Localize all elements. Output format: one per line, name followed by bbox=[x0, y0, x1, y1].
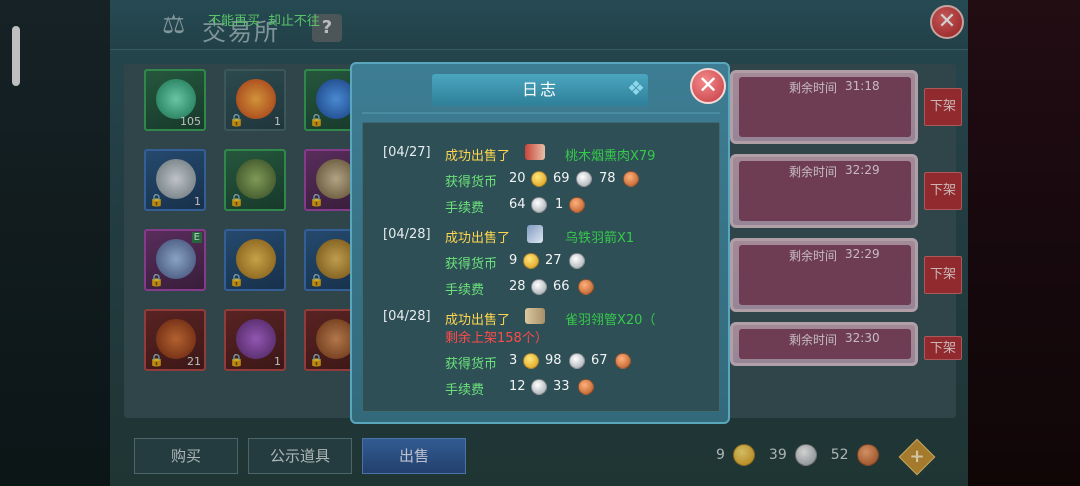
fee-copper: 1 bbox=[555, 197, 564, 212]
log-dialog: ❖ 日志 ❖ ✕ [04/27] 成功出售了 桃木烟熏肉X79 获得货币 20 … bbox=[350, 62, 730, 424]
gain-gold: 9 bbox=[509, 253, 518, 268]
divider bbox=[362, 112, 720, 114]
gold-coin-icon bbox=[523, 353, 539, 369]
log-list: [04/27] 成功出售了 桃木烟熏肉X79 获得货币 20 69 78 手续费… bbox=[362, 122, 720, 412]
gold-coin-icon bbox=[531, 171, 547, 187]
log-close-button[interactable]: ✕ bbox=[690, 68, 726, 104]
gain-gold: 3 bbox=[509, 353, 518, 368]
silver-coin-icon bbox=[531, 197, 547, 213]
gain-copper: 78 bbox=[599, 171, 616, 186]
gain-silver: 27 bbox=[545, 253, 562, 268]
copper-coin-icon bbox=[615, 353, 631, 369]
gain-silver: 98 bbox=[545, 353, 562, 368]
entry-action: 成功出售了 bbox=[445, 313, 511, 328]
entry-item: 雀羽翎管X20（ bbox=[565, 313, 656, 328]
arrow-item-icon bbox=[527, 225, 543, 243]
silver-coin-icon bbox=[531, 379, 547, 395]
log-titlebar: 日志 bbox=[432, 74, 648, 106]
silver-coin-icon bbox=[531, 279, 547, 295]
remaining-stock: 剩余上架158个） bbox=[445, 331, 548, 346]
copper-coin-icon bbox=[569, 197, 585, 213]
gold-coin-icon bbox=[523, 253, 539, 269]
fee-copper: 66 bbox=[553, 279, 570, 294]
copper-coin-icon bbox=[578, 379, 594, 395]
fee-copper: 33 bbox=[553, 379, 570, 394]
entry-action: 成功出售了 bbox=[445, 149, 511, 164]
log-title: 日志 bbox=[521, 80, 558, 99]
gain-label: 获得货币 bbox=[445, 257, 498, 272]
fee-silver: 28 bbox=[509, 279, 526, 294]
gain-gold: 20 bbox=[509, 171, 526, 186]
silver-coin-icon bbox=[576, 171, 592, 187]
fee-label: 手续费 bbox=[445, 383, 485, 398]
gain-label: 获得货币 bbox=[445, 175, 498, 190]
gain-label: 获得货币 bbox=[445, 357, 498, 372]
entry-date: [04/28] bbox=[383, 227, 431, 242]
entry-item: 乌铁羽箭X1 bbox=[565, 231, 635, 246]
fee-label: 手续费 bbox=[445, 201, 485, 216]
fee-silver: 12 bbox=[509, 379, 526, 394]
copper-coin-icon bbox=[623, 171, 639, 187]
fee-label: 手续费 bbox=[445, 283, 485, 298]
right-ornament-icon: ❖ bbox=[627, 76, 645, 100]
silver-coin-icon bbox=[569, 353, 585, 369]
gain-silver: 69 bbox=[553, 171, 570, 186]
entry-item: 桃木烟熏肉X79 bbox=[565, 149, 656, 164]
meat-item-icon bbox=[525, 144, 545, 160]
feather-item-icon bbox=[525, 308, 545, 324]
fee-silver: 64 bbox=[509, 197, 526, 212]
gain-copper: 67 bbox=[591, 353, 608, 368]
copper-coin-icon bbox=[578, 279, 594, 295]
entry-date: [04/28] bbox=[383, 309, 431, 324]
silver-coin-icon bbox=[569, 253, 585, 269]
entry-date: [04/27] bbox=[383, 145, 431, 160]
entry-action: 成功出售了 bbox=[445, 231, 511, 246]
